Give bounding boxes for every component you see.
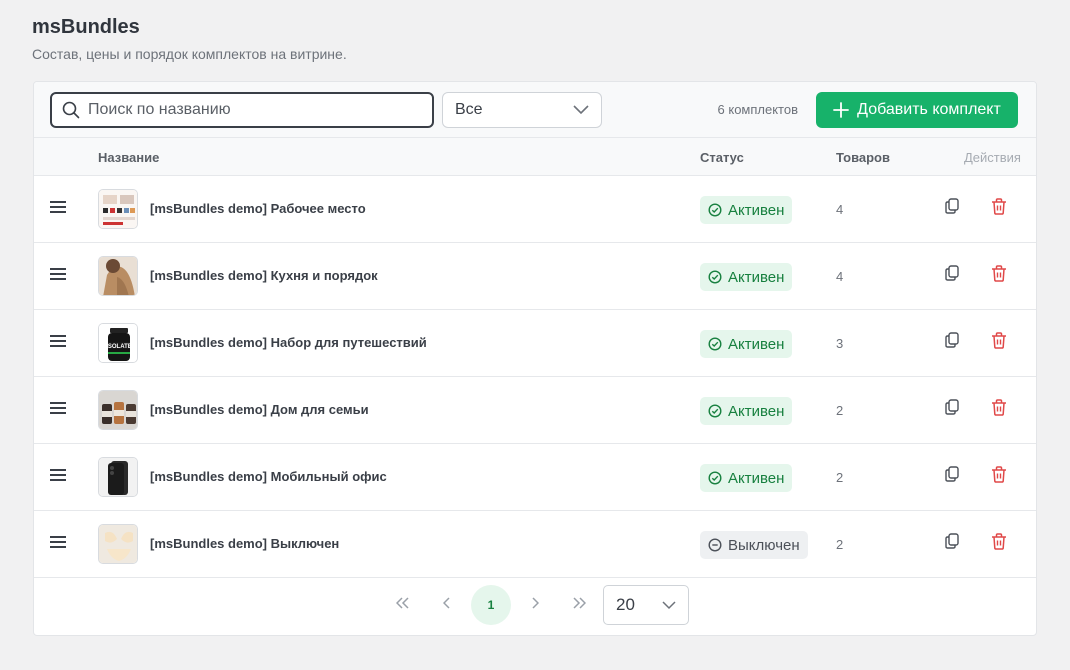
items-count: 3 xyxy=(836,336,844,351)
items-count: 4 xyxy=(836,269,844,284)
copy-icon[interactable] xyxy=(945,265,959,286)
copy-icon[interactable] xyxy=(945,466,959,487)
status-label: Выключен xyxy=(728,536,800,554)
bundle-name[interactable]: [msBundles demo] Выключен xyxy=(150,536,339,551)
minus-circle-icon xyxy=(708,538,722,552)
items-count: 2 xyxy=(836,537,844,552)
drag-handle-icon[interactable] xyxy=(49,401,67,420)
bundle-thumbnail xyxy=(98,524,138,564)
delete-icon[interactable] xyxy=(991,332,1007,354)
add-bundle-label: Добавить комплект xyxy=(857,101,1001,118)
bundle-thumbnail xyxy=(98,189,138,229)
status-label: Активен xyxy=(728,201,785,219)
status-label: Активен xyxy=(728,402,785,420)
check-circle-icon xyxy=(708,337,722,351)
drag-handle-icon[interactable] xyxy=(49,535,67,554)
page-button-current[interactable]: 1 xyxy=(471,585,511,625)
status-label: Активен xyxy=(728,335,785,353)
status-filter-value: Все xyxy=(455,101,483,118)
search-input[interactable] xyxy=(88,101,408,119)
bundle-name[interactable]: [msBundles demo] Рабочее место xyxy=(150,201,366,216)
table-header: Название Статус Товаров Действия xyxy=(34,138,1036,176)
chevron-down-icon xyxy=(573,105,589,115)
search-icon xyxy=(62,101,80,119)
delete-icon[interactable] xyxy=(991,198,1007,220)
chevron-down-icon xyxy=(662,600,676,609)
svg-text:ISOLATE: ISOLATE xyxy=(106,344,132,350)
delete-icon[interactable] xyxy=(991,265,1007,287)
table-row[interactable]: [msBundles demo] Выключен Выключен 2 xyxy=(34,511,1036,578)
status-filter-select[interactable]: Все xyxy=(442,92,602,128)
check-circle-icon xyxy=(708,270,722,284)
bundle-thumbnail: ISOLATE xyxy=(98,323,138,363)
check-circle-icon xyxy=(708,471,722,485)
column-header-items[interactable]: Товаров xyxy=(836,150,890,165)
table-row[interactable]: [msBundles demo] Дом для семьи Активен 2 xyxy=(34,377,1036,444)
bundle-thumbnail xyxy=(98,256,138,296)
next-page-icon[interactable] xyxy=(531,597,539,609)
items-count: 2 xyxy=(836,403,844,418)
per-page-select[interactable]: 20 xyxy=(603,585,689,625)
bundle-name[interactable]: [msBundles demo] Мобильный офис xyxy=(150,469,387,484)
drag-handle-icon[interactable] xyxy=(49,200,67,219)
items-count: 4 xyxy=(836,202,844,217)
table-row[interactable]: [msBundles demo] Мобильный офис Активен 2 xyxy=(34,444,1036,511)
bundle-count: 6 комплектов xyxy=(717,102,798,117)
status-badge[interactable]: Активен xyxy=(700,196,793,224)
column-header-name[interactable]: Название xyxy=(98,150,159,165)
add-bundle-button[interactable]: Добавить комплект xyxy=(816,92,1018,128)
bundle-thumbnail xyxy=(98,457,138,497)
page-subtitle: Состав, цены и порядок комплектов на вит… xyxy=(32,46,347,62)
status-badge[interactable]: Выключен xyxy=(700,531,808,559)
status-label: Активен xyxy=(728,469,785,487)
table-row[interactable]: ISOLATE [msBundles demo] Набор для путеше… xyxy=(34,310,1036,377)
check-circle-icon xyxy=(708,203,722,217)
plus-icon xyxy=(833,102,850,118)
copy-icon[interactable] xyxy=(945,399,959,420)
bundle-thumbnail xyxy=(98,390,138,430)
column-header-status[interactable]: Статус xyxy=(700,150,744,165)
bundles-card: Все 6 комплектов Добавить комплект Назва… xyxy=(33,81,1037,636)
toolbar: Все 6 комплектов Добавить комплект xyxy=(34,82,1036,138)
last-page-icon[interactable] xyxy=(572,597,586,609)
status-badge[interactable]: Активен xyxy=(700,464,793,492)
delete-icon[interactable] xyxy=(991,399,1007,421)
copy-icon[interactable] xyxy=(945,198,959,219)
status-badge[interactable]: Активен xyxy=(700,397,793,425)
drag-handle-icon[interactable] xyxy=(49,468,67,487)
table-row[interactable]: [msBundles demo] Кухня и порядок Активен 4 xyxy=(34,243,1036,310)
status-badge[interactable]: Активен xyxy=(700,330,793,358)
per-page-value: 20 xyxy=(616,595,635,614)
status-label: Активен xyxy=(728,268,785,286)
drag-handle-icon[interactable] xyxy=(49,334,67,353)
drag-handle-icon[interactable] xyxy=(49,267,67,286)
copy-icon[interactable] xyxy=(945,533,959,554)
check-circle-icon xyxy=(708,404,722,418)
search-box[interactable] xyxy=(50,92,434,128)
first-page-icon[interactable] xyxy=(396,597,410,609)
table-row[interactable]: [msBundles demo] Рабочее место Активен 4 xyxy=(34,176,1036,243)
status-badge[interactable]: Активен xyxy=(700,263,793,291)
page-title: msBundles xyxy=(32,16,140,38)
delete-icon[interactable] xyxy=(991,533,1007,555)
bundle-name[interactable]: [msBundles demo] Набор для путешествий xyxy=(150,335,427,350)
delete-icon[interactable] xyxy=(991,466,1007,488)
copy-icon[interactable] xyxy=(945,332,959,353)
items-count: 2 xyxy=(836,470,844,485)
bundle-name[interactable]: [msBundles demo] Кухня и порядок xyxy=(150,268,378,283)
prev-page-icon[interactable] xyxy=(443,597,451,609)
column-header-actions: Действия xyxy=(964,150,1021,165)
bundle-name[interactable]: [msBundles demo] Дом для семьи xyxy=(150,402,369,417)
pagination: 1 20 xyxy=(34,579,1036,635)
